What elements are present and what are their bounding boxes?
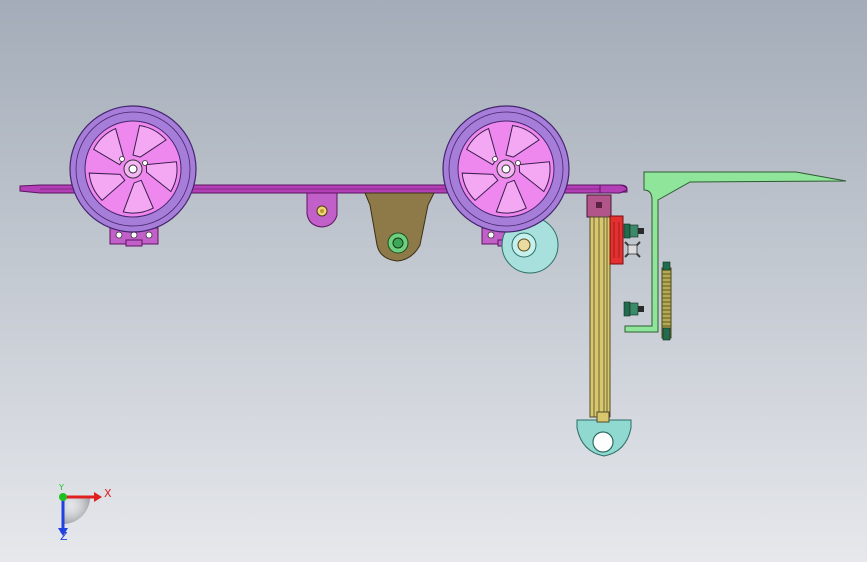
x-axis-label: X	[104, 487, 112, 500]
pivot-bracket[interactable]	[306, 192, 338, 228]
foot-hole-icon	[592, 431, 614, 453]
y-axis-label: Y	[58, 483, 64, 492]
z-axis-label: Z	[60, 530, 68, 543]
y-axis-point-icon	[59, 493, 67, 501]
gear-rack[interactable]	[661, 261, 672, 341]
linear-rail[interactable]	[586, 194, 612, 418]
carriage-block[interactable]	[609, 215, 624, 265]
cad-viewport[interactable]: X Y Z	[0, 0, 867, 562]
viewport-background	[0, 0, 867, 562]
model-scene[interactable]: X Y Z	[0, 0, 867, 562]
